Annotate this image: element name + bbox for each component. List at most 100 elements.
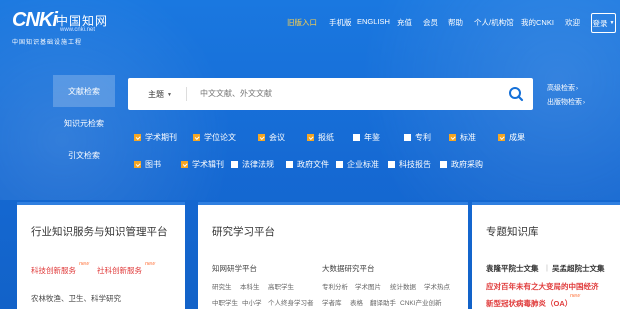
search-icon[interactable]	[507, 85, 525, 103]
cnki-logo[interactable]: CNKi 中国知网 www.cnki.net 中国知识基础设施工程	[12, 9, 122, 46]
checkbox-checked-icon	[193, 134, 200, 141]
link-translation[interactable]: 翻译助手	[370, 297, 396, 307]
link-hot-topics[interactable]: 学术热点	[424, 281, 450, 291]
tab-citation-search[interactable]: 引文检索	[53, 139, 115, 171]
separator: |	[546, 263, 548, 272]
link-secondary-vocational[interactable]: 中职学生	[212, 297, 238, 307]
chevron-down-icon: ▼	[609, 20, 615, 26]
filter-checkbox[interactable]: 报纸	[307, 132, 334, 143]
nav-old-version[interactable]: 旧版入口	[287, 17, 317, 28]
filter-label: 图书	[145, 160, 161, 169]
checkbox-checked-icon	[449, 134, 456, 141]
logo-url: www.cnki.net	[60, 27, 96, 33]
filter-checkbox[interactable]: 年鉴	[353, 132, 380, 143]
link-scholar-db[interactable]: 学者库	[322, 297, 342, 307]
link-sci-innovation[interactable]: 科技创新服务	[31, 265, 76, 276]
filter-label: 年鉴	[364, 133, 380, 142]
logo-mark: CNKi	[12, 9, 58, 31]
link-economy-topic[interactable]: 应对百年未有之大变局的中国经济	[486, 281, 599, 292]
search-input[interactable]	[200, 89, 480, 98]
filter-checkbox[interactable]: 科技报告	[388, 159, 431, 170]
filter-label: 政府文件	[297, 160, 329, 169]
filter-label: 学术辑刊	[192, 160, 224, 169]
filter-label: 学位论文	[204, 133, 236, 142]
card-title: 研究学习平台	[212, 226, 275, 238]
link-yanxue-platform[interactable]: 知网研学平台	[212, 263, 257, 274]
tab-literature-search[interactable]: 文献检索	[53, 75, 115, 107]
filter-checkbox[interactable]: 会议	[258, 132, 285, 143]
card-industry-platform: 行业知识服务与知识管理平台 科技创新服务 new 社科创新服务 new 农林牧渔…	[17, 202, 185, 309]
new-badge: new	[79, 261, 90, 267]
link-statistics[interactable]: 统计数据	[390, 281, 416, 291]
publication-search-link[interactable]: 出版物检索›	[547, 96, 585, 110]
checkbox-checked-icon	[307, 134, 314, 141]
checkbox-empty-icon	[404, 134, 411, 141]
filter-checkbox[interactable]: 图书	[134, 159, 161, 170]
nav-library[interactable]: 个人/机构馆	[474, 17, 514, 28]
link-bigdata-platform[interactable]: 大数据研究平台	[322, 263, 375, 274]
nav-my-cnki[interactable]: 我的CNKI	[521, 17, 554, 28]
filter-checkbox[interactable]: 标准	[449, 132, 476, 143]
new-badge: new	[570, 293, 581, 299]
filter-checkbox[interactable]: 学位论文	[193, 132, 236, 143]
filter-checkbox[interactable]: 成果	[498, 132, 525, 143]
advanced-search-label: 高级检索	[547, 85, 575, 92]
filter-checkbox[interactable]: 学术期刊	[134, 132, 177, 143]
link-yuan-longping[interactable]: 袁隆平院士文集	[486, 263, 539, 274]
search-scope-dropdown[interactable]: 主题 ▼	[148, 89, 172, 100]
card-research-platform: 研究学习平台 知网研学平台 大数据研究平台 研究生 本科生 高职学生 中职学生 …	[198, 202, 468, 309]
chevron-right-icon: ›	[583, 100, 585, 106]
advanced-links: 高级检索› 出版物检索›	[547, 82, 585, 110]
checkbox-empty-icon	[286, 161, 293, 168]
filter-checkbox[interactable]: 学术辑刊	[181, 159, 224, 170]
link-academic-images[interactable]: 学术图片	[355, 281, 381, 291]
checkbox-empty-icon	[353, 134, 360, 141]
link-industries[interactable]: 农林牧渔、卫生、科学研究	[31, 293, 121, 304]
login-label: 登录	[592, 18, 608, 28]
card-title: 行业知识服务与知识管理平台	[31, 226, 168, 238]
nav-mobile[interactable]: 手机版	[329, 17, 352, 28]
advanced-search-link[interactable]: 高级检索›	[547, 82, 585, 96]
card-title: 专题知识库	[486, 226, 539, 238]
link-k12[interactable]: 中小学	[242, 297, 262, 307]
filter-checkbox[interactable]: 企业标准	[336, 159, 379, 170]
new-badge: new	[145, 261, 156, 267]
link-undergraduate[interactable]: 本科生	[240, 281, 260, 291]
logo-subtitle: 中国知识基础设施工程	[12, 40, 83, 46]
link-covid-topic[interactable]: 新型冠状病毒肺炎（OA）	[486, 298, 572, 309]
link-patent-analysis[interactable]: 专利分析	[322, 281, 348, 291]
search-type-tabs: 文献检索 知识元检索 引文检索	[53, 75, 115, 171]
nav-english[interactable]: ENGLISH	[357, 17, 390, 26]
publication-search-label: 出版物检索	[547, 99, 582, 106]
nav-welcome: 欢迎	[565, 18, 580, 27]
filter-checkbox[interactable]: 法律法规	[231, 159, 274, 170]
nav-help[interactable]: 帮助	[448, 17, 463, 28]
login-button[interactable]: 登录 ▼	[591, 13, 616, 33]
card-topic-database: 专题知识库 袁隆平院士文集 | 吴孟超院士文集 应对百年未有之大变局的中国经济 …	[472, 202, 620, 309]
checkbox-empty-icon	[336, 161, 343, 168]
tab-knowledge-search[interactable]: 知识元检索	[53, 107, 115, 139]
link-tables[interactable]: 表格	[350, 297, 363, 307]
filter-label: 科技报告	[399, 160, 431, 169]
search-divider	[186, 87, 187, 101]
checkbox-checked-icon	[181, 161, 188, 168]
nav-recharge[interactable]: 充值	[397, 17, 412, 28]
search-box: 主题 ▼	[128, 78, 533, 110]
link-lifelong-learner[interactable]: 个人终身学习者	[268, 297, 314, 307]
link-postgraduate[interactable]: 研究生	[212, 281, 232, 291]
filter-label: 专利	[415, 133, 431, 142]
filter-label: 学术期刊	[145, 133, 177, 142]
filter-checkbox[interactable]: 政府文件	[286, 159, 329, 170]
checkbox-empty-icon	[388, 161, 395, 168]
link-vocational[interactable]: 高职学生	[268, 281, 294, 291]
search-scope-label: 主题	[148, 90, 164, 99]
checkbox-checked-icon	[498, 134, 505, 141]
nav-member[interactable]: 会员	[423, 17, 438, 28]
link-social-innovation[interactable]: 社科创新服务	[97, 265, 142, 276]
filter-checkbox[interactable]: 专利	[404, 132, 431, 143]
link-industry-innovation[interactable]: CNKI产业创新	[400, 297, 442, 307]
caret-down-icon: ▼	[167, 92, 172, 98]
filter-checkbox[interactable]: 政府采购	[440, 159, 483, 170]
chevron-right-icon: ›	[576, 86, 578, 92]
link-wu-mengchao[interactable]: 吴孟超院士文集	[552, 263, 605, 274]
